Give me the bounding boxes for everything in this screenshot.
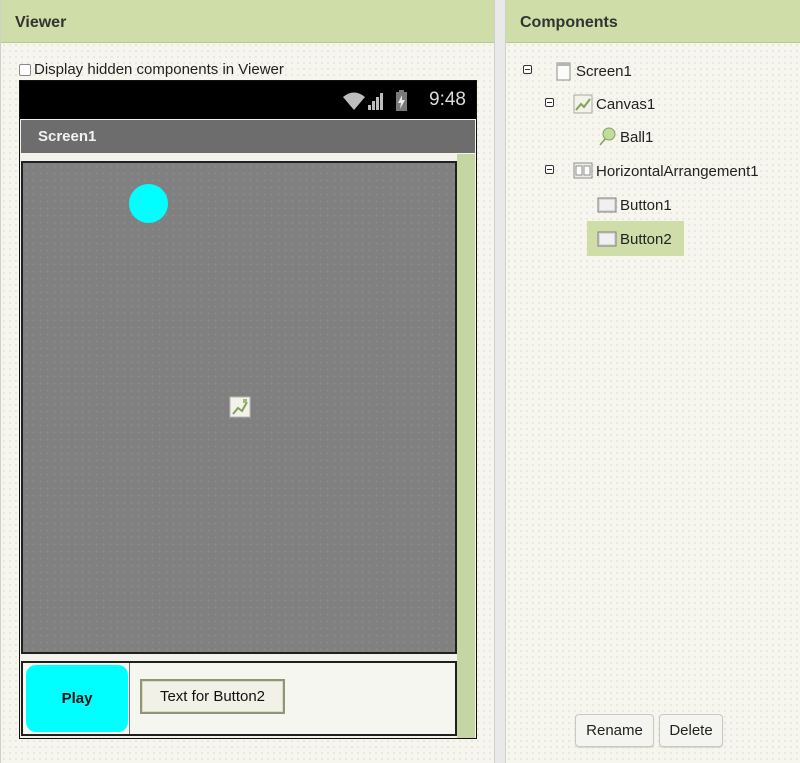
status-bar: 9:48 — [20, 81, 476, 119]
tree-label: Screen1 — [576, 62, 632, 80]
display-hidden-checkbox[interactable] — [19, 63, 31, 76]
tree-label: Button1 — [620, 196, 672, 214]
play-button[interactable]: Play — [26, 665, 128, 732]
horizontalarrangement1-collapse-toggle[interactable] — [545, 165, 554, 174]
canvas1-collapse-toggle[interactable] — [545, 98, 554, 107]
battery-icon — [396, 90, 407, 111]
status-icons — [343, 90, 407, 111]
delete-button[interactable]: Delete — [659, 714, 723, 747]
ball1[interactable] — [129, 184, 168, 223]
screen-title-bar: Screen1 — [21, 120, 475, 153]
button2[interactable]: Text for Button2 — [140, 679, 285, 714]
tree-item-horizontalarrangement1[interactable]: HorizontalArrangement1 — [573, 161, 759, 181]
screen1-collapse-toggle[interactable] — [523, 65, 532, 74]
viewer-panel: Viewer Display hidden components in View… — [0, 0, 495, 763]
tree-label: Button2 — [620, 230, 672, 248]
components-panel: Components — [505, 0, 800, 763]
components-header: Components — [506, 0, 800, 43]
canvas-icon — [573, 94, 593, 114]
screen-scroll-strip — [457, 154, 475, 738]
horizontal-arrangement1: Play Text for Button2 — [21, 661, 457, 736]
tree-item-button1[interactable]: Button1 — [597, 195, 672, 215]
tree-label: Ball1 — [620, 128, 654, 146]
phone-preview: 9:48 Screen1 Play Text for Button2 — [19, 80, 477, 739]
signal-icon — [368, 93, 383, 110]
tree-item-button2[interactable]: Button2 — [597, 229, 672, 249]
button-icon — [597, 197, 617, 213]
tree-item-canvas1[interactable]: Canvas1 — [573, 94, 655, 114]
tree-label: HorizontalArrangement1 — [596, 162, 759, 180]
canvas-placeholder-icon — [229, 396, 251, 418]
wifi-icon — [343, 92, 365, 110]
status-time: 9:48 — [429, 89, 466, 110]
display-hidden-label[interactable]: Display hidden components in Viewer — [34, 61, 284, 78]
button-icon — [597, 231, 617, 247]
tree-item-ball1[interactable]: Ball1 — [597, 127, 653, 147]
horizontal-arrangement-icon — [573, 162, 593, 179]
ball-icon — [599, 127, 616, 146]
display-hidden-row: Display hidden components in Viewer — [19, 61, 284, 78]
viewer-header: Viewer — [1, 0, 494, 43]
rename-button[interactable]: Rename — [575, 714, 654, 747]
tree-item-screen1[interactable]: Screen1 — [553, 61, 632, 81]
canvas1[interactable] — [21, 161, 457, 654]
screen-icon — [556, 62, 571, 81]
arrangement-divider — [129, 663, 130, 734]
tree-label: Canvas1 — [596, 95, 656, 113]
